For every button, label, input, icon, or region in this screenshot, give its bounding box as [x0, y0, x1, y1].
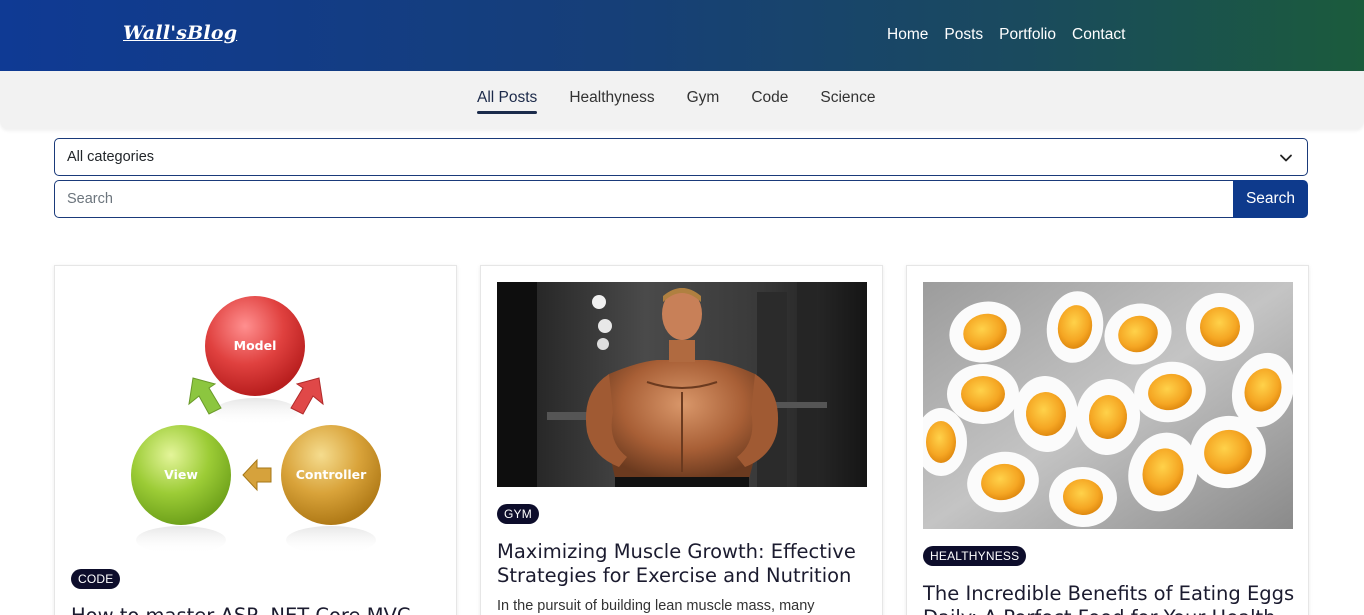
search-button[interactable]: Search: [1233, 180, 1308, 218]
post-title[interactable]: Maximizing Muscle Growth: Effective Stra…: [497, 540, 869, 588]
category-tabs-bar: All Posts Healthyness Gym Code Science: [0, 71, 1364, 129]
tab-gym[interactable]: Gym: [687, 89, 720, 111]
arrow-controller-to-view-icon: [242, 458, 272, 492]
search-group: Search: [54, 180, 1308, 218]
post-excerpt: In the pursuit of building lean muscle m…: [497, 598, 815, 614]
nav-posts[interactable]: Posts: [944, 26, 983, 44]
model-label: Model: [234, 338, 277, 353]
tab-science[interactable]: Science: [820, 89, 875, 111]
brand-logo[interactable]: Wall'sBlog: [123, 22, 237, 44]
tab-code[interactable]: Code: [751, 89, 788, 111]
arrow-view-to-model-icon: [188, 377, 222, 415]
view-label: View: [164, 467, 198, 482]
mvc-diagram-image: Model View Controller: [131, 296, 381, 552]
chevron-down-icon: [1280, 154, 1292, 162]
bodybuilder-image: [497, 282, 867, 487]
main-nav: Home Posts Portfolio Contact: [887, 26, 1125, 44]
arrow-controller-to-model-icon: [290, 377, 324, 415]
nav-home[interactable]: Home: [887, 26, 928, 44]
post-card[interactable]: GYM Maximizing Muscle Growth: Effective …: [480, 265, 883, 615]
category-select[interactable]: All categories: [54, 138, 1308, 176]
controller-label: Controller: [296, 467, 367, 482]
nav-contact[interactable]: Contact: [1072, 26, 1125, 44]
post-title[interactable]: The Incredible Benefits of Eating Eggs D…: [923, 582, 1295, 615]
top-navbar: Wall'sBlog Home Posts Portfolio Contact: [0, 0, 1364, 71]
tab-healthyness[interactable]: Healthyness: [569, 89, 654, 111]
category-badge[interactable]: HEALTHYNESS: [923, 546, 1027, 566]
boiled-eggs-image: [923, 282, 1293, 529]
post-card[interactable]: HEALTHYNESS The Incredible Benefits of E…: [906, 265, 1309, 615]
tab-all-posts[interactable]: All Posts: [477, 89, 538, 114]
nav-portfolio[interactable]: Portfolio: [999, 26, 1056, 44]
category-select-value: All categories: [67, 149, 155, 165]
post-card[interactable]: Model View Controller CODE How to master…: [54, 265, 457, 615]
post-title[interactable]: How to master ASP .NET Core MVC: [71, 604, 443, 615]
category-badge[interactable]: GYM: [497, 504, 539, 524]
search-input[interactable]: [54, 180, 1234, 218]
category-badge[interactable]: CODE: [71, 569, 121, 589]
